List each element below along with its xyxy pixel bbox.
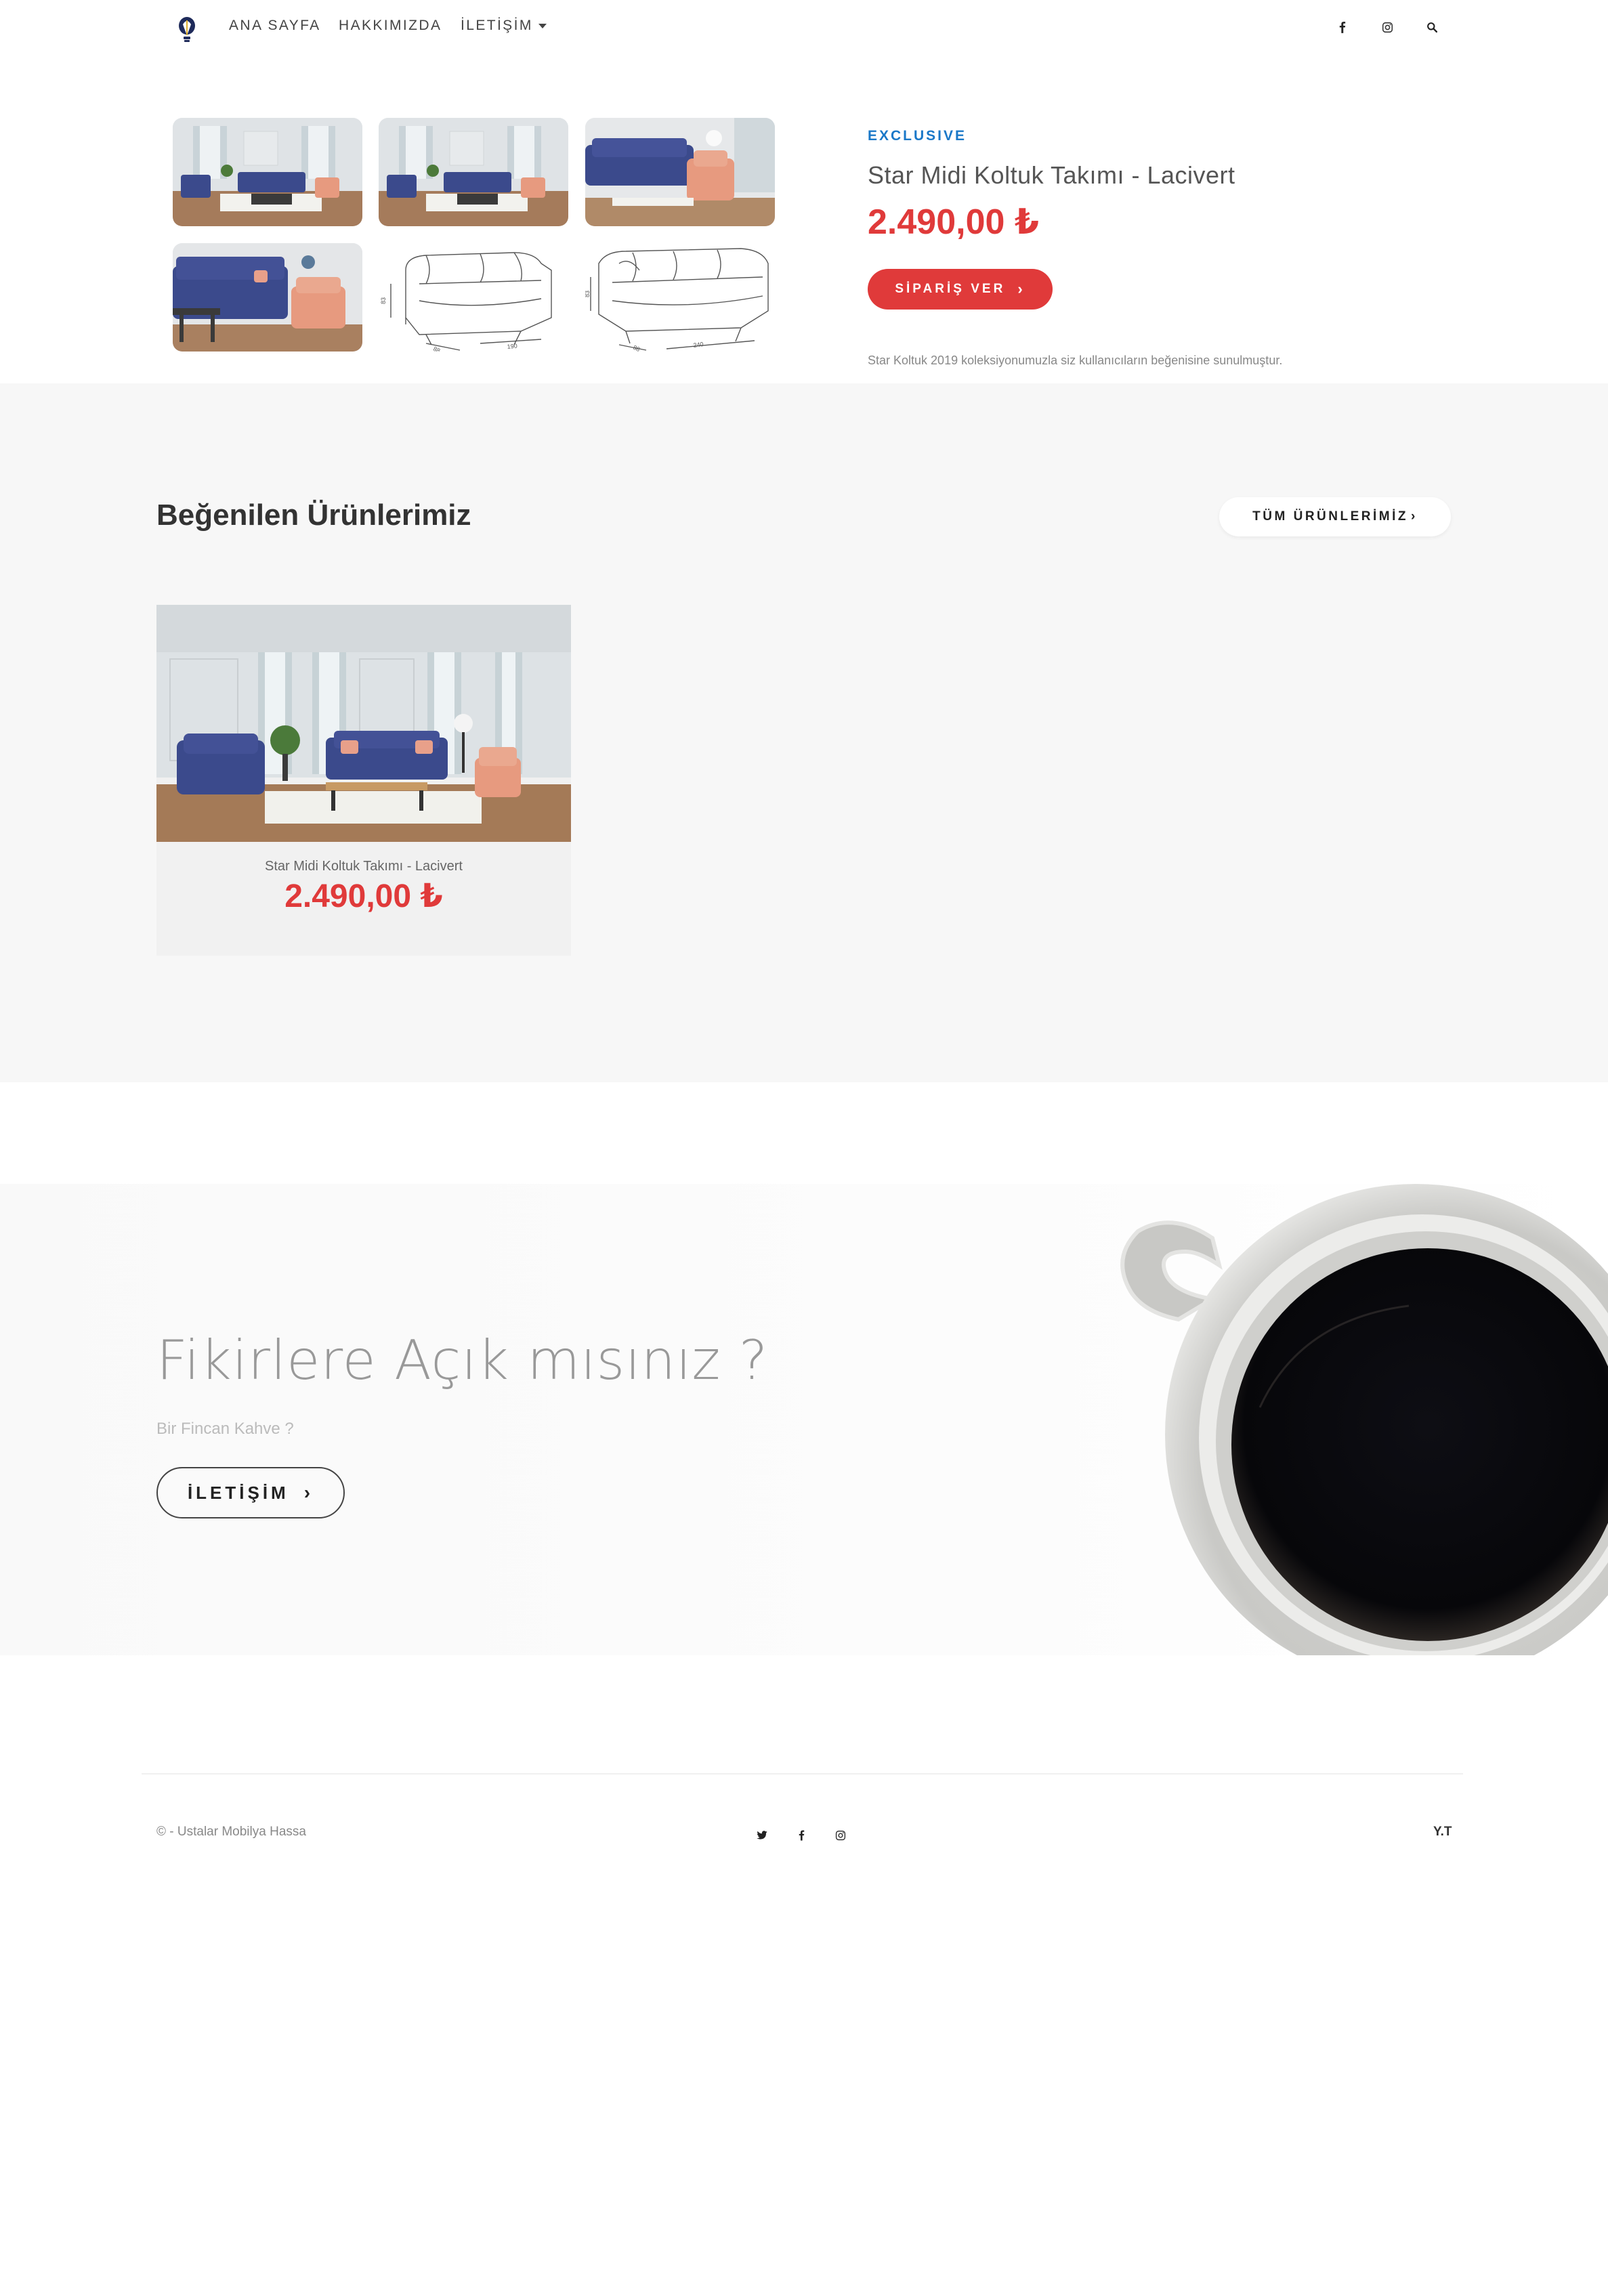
contact-button[interactable]: İLETİŞİM › bbox=[156, 1467, 345, 1518]
exclusive-badge: EXCLUSIVE bbox=[868, 128, 967, 144]
nav-item-home[interactable]: ANA SAYFA bbox=[229, 18, 321, 34]
nav-item-contact-label: İLETİŞİM bbox=[461, 18, 533, 33]
banner-title: Fikirlere Açık mısınız ? bbox=[156, 1329, 769, 1392]
footer-divider bbox=[142, 1773, 1463, 1774]
order-button-label: SİPARİŞ VER bbox=[895, 282, 1006, 296]
product-price: 2.490,00 ₺ bbox=[868, 203, 1040, 242]
instagram-icon[interactable] bbox=[832, 1827, 849, 1844]
chevron-right-icon: › bbox=[303, 1482, 314, 1503]
product-card-price: 2.490,00 ₺ bbox=[284, 878, 443, 914]
order-button[interactable]: SİPARİŞ VER › bbox=[868, 269, 1053, 310]
svg-text:83: 83 bbox=[380, 297, 387, 304]
nav-item-contact[interactable]: İLETİŞİM bbox=[461, 18, 547, 34]
chevron-down-icon bbox=[538, 23, 547, 28]
svg-text:190: 190 bbox=[507, 342, 517, 350]
nav-item-about[interactable]: HAKKIMIZDA bbox=[339, 18, 442, 34]
gallery-thumb-2[interactable] bbox=[379, 118, 568, 226]
chevron-right-icon: › bbox=[1410, 509, 1418, 524]
top-navigation: ANA SAYFA HAKKIMIZDA İLETİŞİM bbox=[0, 0, 1608, 57]
product-card[interactable]: Star Midi Koltuk Takımı - Lacivert 2.490… bbox=[156, 605, 571, 956]
logo-icon[interactable] bbox=[175, 15, 199, 45]
product-card-image bbox=[156, 605, 571, 842]
facebook-icon[interactable] bbox=[1333, 18, 1352, 37]
section-title: Beğenilen Ürünlerimiz bbox=[156, 498, 471, 532]
all-products-label: TÜM ÜRÜNLERİMİZ bbox=[1252, 509, 1408, 524]
product-card-name: Star Midi Koltuk Takımı - Lacivert bbox=[265, 859, 463, 874]
product-title: Star Midi Koltuk Takımı - Lacivert bbox=[868, 161, 1235, 189]
coffee-cup-image bbox=[1057, 1184, 1608, 1685]
all-products-button[interactable]: TÜM ÜRÜNLERİMİZ › bbox=[1219, 497, 1451, 536]
gallery-thumb-6[interactable]: 83 240 88 bbox=[585, 243, 775, 352]
chevron-right-icon: › bbox=[1017, 280, 1025, 297]
twitter-icon[interactable] bbox=[753, 1827, 771, 1844]
gallery-thumb-5[interactable]: 83 190 88 bbox=[379, 243, 568, 352]
search-icon[interactable] bbox=[1422, 18, 1441, 37]
facebook-icon[interactable] bbox=[792, 1827, 810, 1844]
contact-button-label: İLETİŞİM bbox=[187, 1482, 289, 1503]
copyright-text: © - Ustalar Mobilya Hassa bbox=[156, 1825, 306, 1839]
footer-credit[interactable]: Y.T bbox=[1433, 1825, 1452, 1840]
svg-text:83: 83 bbox=[585, 291, 591, 297]
gallery-thumb-1[interactable] bbox=[173, 118, 362, 226]
gallery-thumb-4[interactable] bbox=[173, 243, 362, 352]
product-description: Star Koltuk 2019 koleksiyonumuzla siz ku… bbox=[868, 354, 1283, 367]
svg-text:240: 240 bbox=[693, 341, 704, 349]
gallery-thumb-3[interactable] bbox=[585, 118, 775, 226]
svg-text:88: 88 bbox=[632, 344, 641, 352]
banner-subtitle: Bir Fincan Kahve ? bbox=[156, 1420, 294, 1438]
instagram-icon[interactable] bbox=[1378, 18, 1397, 37]
